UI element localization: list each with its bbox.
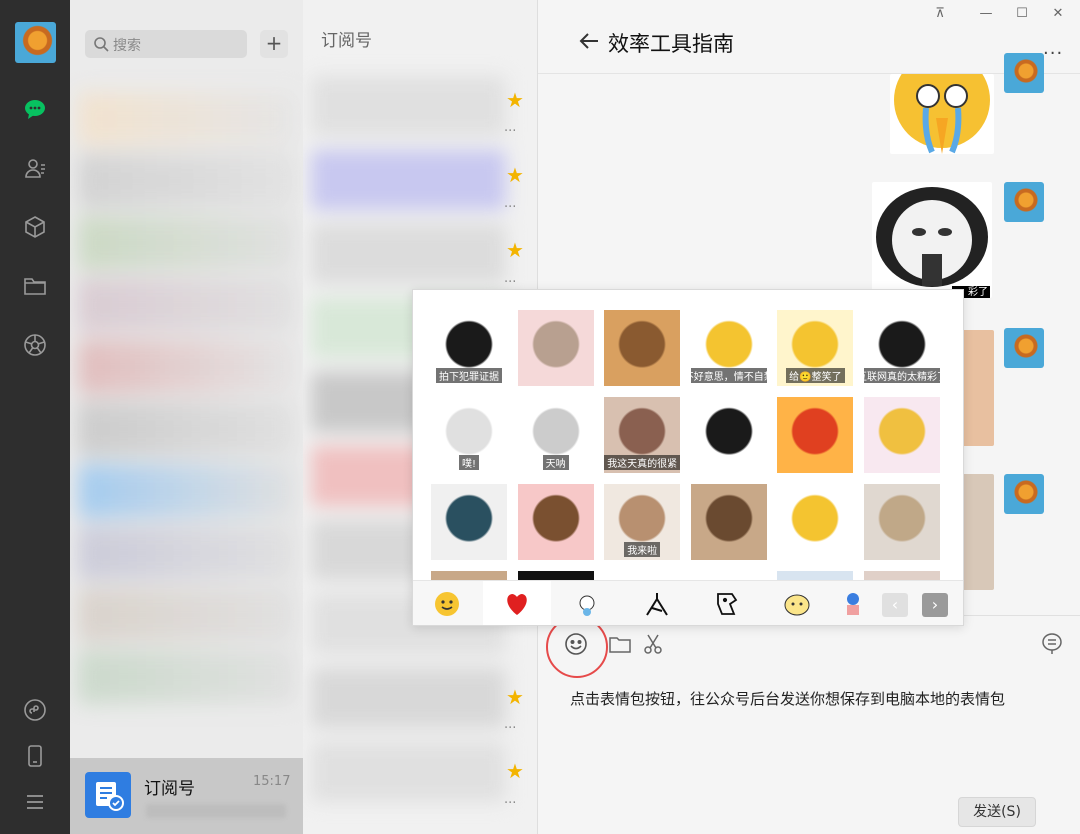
sticker-message[interactable]: 彩了 xyxy=(872,182,992,298)
back-arrow-icon[interactable] xyxy=(578,30,600,52)
sticker-caption: 我来啦 xyxy=(624,542,661,557)
search-box[interactable]: 搜索 xyxy=(85,30,247,58)
more-icon[interactable]: ... xyxy=(504,271,516,286)
blurred-chat-items xyxy=(78,92,296,752)
sticker-item[interactable] xyxy=(431,484,507,560)
header-divider xyxy=(538,73,1080,74)
sticker-tabs: ‹ › xyxy=(413,580,963,625)
sticker-caption: 彩了 xyxy=(968,287,988,298)
sticker-tab-3-icon[interactable] xyxy=(693,581,761,625)
sticker-caption: 天呐 xyxy=(542,455,569,470)
nav-rail xyxy=(0,0,70,834)
sticker-item[interactable] xyxy=(690,484,767,560)
add-button[interactable]: + xyxy=(260,30,288,58)
subscription-preview xyxy=(146,804,286,818)
sticker-tab-4-icon[interactable] xyxy=(763,581,831,625)
sticker-tab-1-icon[interactable] xyxy=(553,581,621,625)
close-icon[interactable]: ✕ xyxy=(1048,6,1068,24)
sticker-item[interactable]: 天呐 xyxy=(517,397,594,473)
sticker-item[interactable]: 我来啦 xyxy=(604,484,681,560)
cube-icon[interactable] xyxy=(22,214,48,240)
sticker-tab-5-icon[interactable] xyxy=(833,581,873,625)
sender-avatar[interactable] xyxy=(1004,328,1044,368)
chat-icon[interactable] xyxy=(22,96,48,122)
sticker-caption: 拍下犯罪证据 xyxy=(436,368,502,383)
sticker-item[interactable] xyxy=(864,484,940,560)
mini-program-icon[interactable] xyxy=(22,697,48,723)
sender-avatar[interactable] xyxy=(1004,474,1044,514)
more-icon[interactable]: ... xyxy=(504,120,516,135)
pin-icon[interactable]: ⊼ xyxy=(930,6,950,24)
sticker-caption: 给🙂整笑了 xyxy=(786,368,845,383)
sticker-item[interactable]: 拍下犯罪证据 xyxy=(431,310,507,386)
subscription-time: 15:17 xyxy=(253,774,291,789)
star-icon: ★ xyxy=(506,759,524,783)
maximize-icon[interactable]: ☐ xyxy=(1012,6,1032,24)
subscription-header: 订阅号 xyxy=(321,31,372,51)
smile-tab-icon[interactable] xyxy=(413,581,481,625)
sticker-item[interactable] xyxy=(517,484,594,560)
more-icon[interactable]: ... xyxy=(504,196,516,211)
message-input-text: 点击表情包按钮，往公众号后台发送你想保存到电脑本地的表情包 xyxy=(570,690,1006,708)
phone-icon[interactable] xyxy=(22,743,48,769)
sticker-item[interactable]: 我这天真的很紧 xyxy=(604,397,681,473)
contacts-icon[interactable] xyxy=(22,155,48,181)
search-placeholder: 搜索 xyxy=(113,38,141,54)
sticker-caption: 互联网真的太精彩了 xyxy=(864,368,940,383)
sticker-item[interactable] xyxy=(517,310,594,386)
star-icon: ★ xyxy=(506,685,524,709)
chat-history-icon[interactable] xyxy=(1040,632,1064,656)
chat-title: 效率工具指南 xyxy=(608,32,734,56)
sticker-item[interactable] xyxy=(604,310,681,386)
user-avatar[interactable] xyxy=(15,22,56,63)
subscription-name: 订阅号 xyxy=(144,779,195,799)
sticker-item[interactable]: 不好意思，情不自禁 xyxy=(690,310,767,386)
file-folder-icon[interactable] xyxy=(608,632,632,656)
more-icon[interactable]: ... xyxy=(504,792,516,807)
sticker-panel: 拍下犯罪证据 不好意思，情不自禁 给🙂整笑了 互联网真的太精彩了噗! 天呐 我这天真的很紧… xyxy=(412,289,964,626)
next-page-button[interactable]: › xyxy=(922,593,948,617)
sticker-caption: 不好意思，情不自禁 xyxy=(690,368,767,383)
sticker-item[interactable] xyxy=(777,484,854,560)
subscription-chat-item[interactable]: 订阅号 15:17 xyxy=(70,758,303,834)
more-options-icon[interactable]: ... xyxy=(1043,38,1063,59)
scissors-icon[interactable] xyxy=(642,632,666,656)
sticker-message[interactable] xyxy=(890,74,994,154)
sticker-grid: 拍下犯罪证据 不好意思，情不自禁 给🙂整笑了 互联网真的太精彩了噗! 天呐 我这天真的很紧… xyxy=(431,310,951,582)
send-button[interactable]: 发送(S) xyxy=(958,797,1036,827)
input-area[interactable]: 点击表情包按钮，往公众号后台发送你想保存到电脑本地的表情包 发送(S) xyxy=(538,615,1080,834)
chat-list-panel: 搜索 + 订阅号 15:17 xyxy=(70,0,303,834)
star-icon: ★ xyxy=(506,238,524,262)
sticker-item[interactable] xyxy=(777,397,854,473)
star-icon: ★ xyxy=(506,163,524,187)
sender-avatar[interactable] xyxy=(1004,182,1044,222)
star-icon: ★ xyxy=(506,88,524,112)
sticker-item[interactable] xyxy=(864,397,940,473)
sticker-item[interactable] xyxy=(690,397,767,473)
prev-page-button[interactable]: ‹ xyxy=(882,593,908,617)
sender-avatar[interactable] xyxy=(1004,53,1044,93)
sticker-caption: 噗! xyxy=(458,455,479,470)
subscription-icon xyxy=(85,772,131,818)
sticker-item[interactable]: 噗! xyxy=(431,397,507,473)
sticker-tab-2-icon[interactable] xyxy=(623,581,691,625)
sticker-item[interactable]: 互联网真的太精彩了 xyxy=(864,310,940,386)
menu-icon[interactable] xyxy=(22,789,48,815)
folder-icon[interactable] xyxy=(22,273,48,299)
sticker-caption: 我这天真的很紧 xyxy=(604,455,681,470)
emoji-button-icon[interactable] xyxy=(564,632,588,656)
moments-icon[interactable] xyxy=(22,332,48,358)
heart-tab-icon[interactable] xyxy=(483,581,551,625)
search-icon xyxy=(94,37,109,52)
more-icon[interactable]: ... xyxy=(504,717,516,732)
sticker-item[interactable]: 给🙂整笑了 xyxy=(777,310,854,386)
minimize-icon[interactable]: — xyxy=(976,6,996,24)
